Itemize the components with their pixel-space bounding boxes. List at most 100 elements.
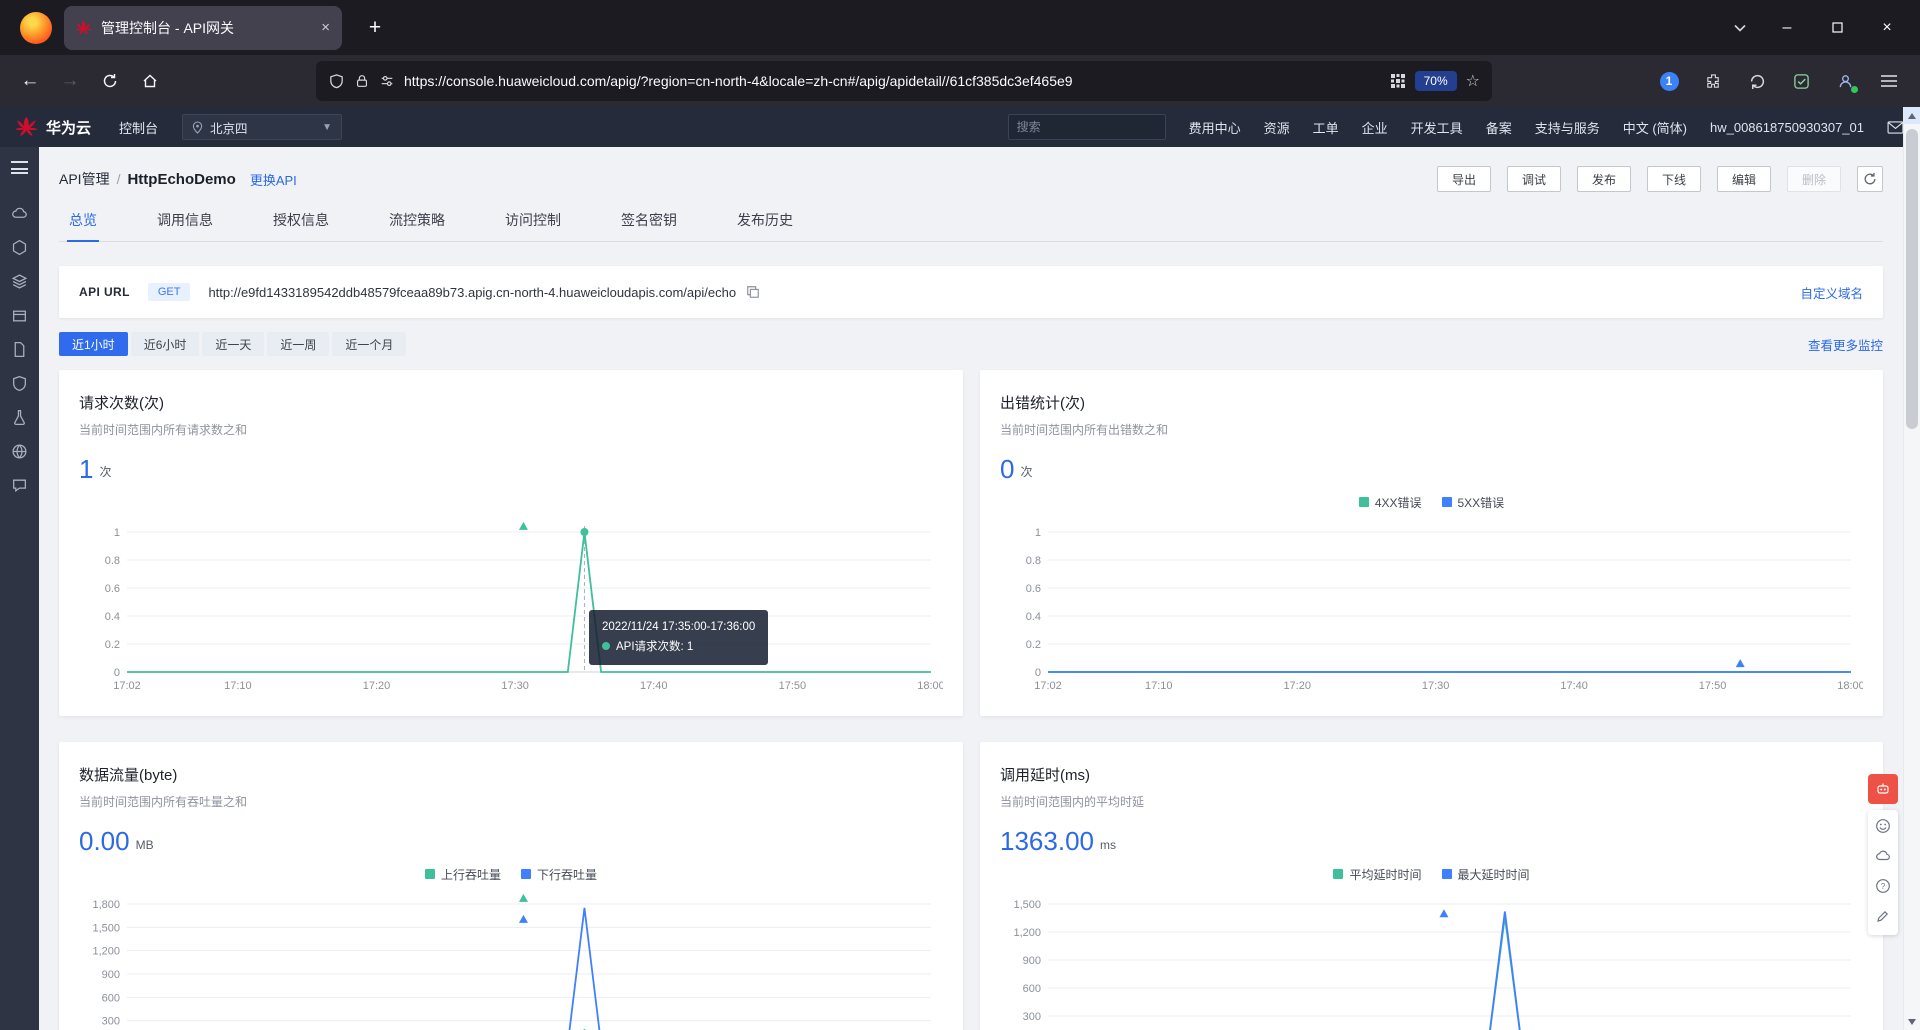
survey-edit-icon[interactable] xyxy=(1875,908,1891,927)
tab-6[interactable]: 发布历史 xyxy=(735,203,795,241)
action-button[interactable]: 导出 xyxy=(1437,166,1491,192)
zoom-level-badge[interactable]: 70% xyxy=(1414,71,1457,91)
legend-item[interactable]: 上行吞吐量 xyxy=(424,866,501,883)
time-range-button[interactable]: 近一天 xyxy=(202,332,265,356)
svg-text:0: 0 xyxy=(1035,667,1041,679)
switch-api-link[interactable]: 更换API xyxy=(250,170,297,189)
flask-icon[interactable] xyxy=(3,400,37,434)
topnav-item[interactable]: 支持与服务 xyxy=(1535,118,1600,137)
topnav-item[interactable]: 备案 xyxy=(1486,118,1512,137)
qr-scan-icon[interactable] xyxy=(1390,73,1406,89)
topnav-item[interactable]: 费用中心 xyxy=(1189,118,1241,137)
rail-menu-icon[interactable] xyxy=(11,161,28,174)
tab-2[interactable]: 授权信息 xyxy=(271,203,331,241)
reload-button[interactable] xyxy=(90,63,130,99)
copy-icon[interactable] xyxy=(746,285,760,299)
custom-domain-link[interactable]: 自定义域名 xyxy=(1800,283,1863,302)
topnav-item[interactable]: 工单 xyxy=(1313,118,1339,137)
browser-tab[interactable]: 管理控制台 - API网关 × xyxy=(64,5,342,50)
legend-item[interactable]: 5XX错误 xyxy=(1441,494,1504,511)
console-link[interactable]: 控制台 xyxy=(119,118,158,137)
layers-icon[interactable] xyxy=(3,264,37,298)
topnav-search[interactable] xyxy=(1007,114,1172,140)
cloud-icon[interactable] xyxy=(3,196,37,230)
requests-chart[interactable]: 0 0.2 0.4 0.6 0.8 1 17:02 17:10 17:20 17:30 17:40 1… xyxy=(79,512,945,702)
chat-icon[interactable] xyxy=(3,468,37,502)
topnav-item[interactable]: hw_008618750930307_01 xyxy=(1710,120,1864,135)
time-range-button[interactable]: 近6小时 xyxy=(130,332,200,356)
region-selector[interactable]: 北京四 ▼ xyxy=(182,114,343,140)
traffic-chart[interactable]: 03006009001,2001,5001,80017:0217:1017:20… xyxy=(79,884,943,1030)
tab-4[interactable]: 访问控制 xyxy=(503,203,563,241)
refresh-button[interactable] xyxy=(1857,166,1883,192)
extension-badge-icon[interactable]: 1 xyxy=(1654,66,1684,96)
box-icon[interactable] xyxy=(3,298,37,332)
svg-text:600: 600 xyxy=(102,992,120,1004)
time-range-button[interactable]: 近1小时 xyxy=(59,332,128,356)
list-tabs-chevron-icon[interactable] xyxy=(1718,20,1762,35)
time-range-button[interactable]: 近一周 xyxy=(267,332,330,356)
breadcrumb-root[interactable]: API管理 xyxy=(59,169,110,189)
time-range-button[interactable]: 近一个月 xyxy=(332,332,407,356)
file-icon[interactable] xyxy=(3,332,37,366)
home-button[interactable] xyxy=(130,63,170,99)
svg-text:1: 1 xyxy=(1035,527,1041,539)
tab-0[interactable]: 总览 xyxy=(67,203,99,242)
adblock-check-icon[interactable] xyxy=(1786,66,1816,96)
topnav-item[interactable]: 企业 xyxy=(1362,118,1388,137)
more-monitor-link[interactable]: 查看更多监控 xyxy=(1808,335,1883,354)
globe-icon[interactable] xyxy=(3,434,37,468)
session-restore-icon[interactable] xyxy=(1742,66,1772,96)
action-button[interactable]: 发布 xyxy=(1577,166,1631,192)
menu-hamburger-icon[interactable] xyxy=(1874,66,1904,96)
topnav-item[interactable]: 开发工具 xyxy=(1411,118,1463,137)
forward-button[interactable]: → xyxy=(50,63,90,99)
url-bar[interactable]: https://console.huaweicloud.com/apig/?re… xyxy=(316,61,1492,101)
svg-text:0: 0 xyxy=(114,667,120,679)
account-icon[interactable] xyxy=(1830,66,1860,96)
tracking-shield-icon[interactable] xyxy=(328,73,345,90)
minimize-button[interactable]: – xyxy=(1762,0,1812,55)
tab-close-icon[interactable]: × xyxy=(321,19,330,36)
mail-icon[interactable] xyxy=(1887,120,1904,134)
firefox-logo-icon[interactable] xyxy=(20,11,52,44)
feedback-smiley-icon[interactable] xyxy=(1875,818,1891,837)
topnav-item[interactable]: 资源 xyxy=(1264,118,1290,137)
tab-1[interactable]: 调用信息 xyxy=(155,203,215,241)
maximize-button[interactable] xyxy=(1812,0,1862,55)
page-scrollbar[interactable] xyxy=(1903,107,1920,1030)
scroll-down-arrow[interactable] xyxy=(1904,1013,1920,1030)
legend-item[interactable]: 4XX错误 xyxy=(1358,494,1422,511)
url-text[interactable]: https://console.huaweicloud.com/apig/?re… xyxy=(404,73,1381,89)
chart-card-errors: 出错统计(次) 当前时间范围内所有出错数之和 0次 4XX错误 5XX错误 0 0.… xyxy=(980,370,1883,716)
help-icon[interactable]: ? xyxy=(1875,878,1891,897)
action-button[interactable]: 调试 xyxy=(1507,166,1561,192)
scrollbar-thumb[interactable] xyxy=(1906,129,1918,429)
action-button[interactable]: 删除 xyxy=(1787,166,1841,192)
tab-5[interactable]: 签名密钥 xyxy=(619,203,679,241)
errors-chart[interactable]: 0 0.2 0.4 0.6 0.8 1 17:02 17:10 17:20 17:30 17:40 1… xyxy=(1000,512,1865,702)
legend-item[interactable]: 下行吞吐量 xyxy=(521,866,597,883)
robot-icon xyxy=(1877,783,1889,794)
action-button[interactable]: 编辑 xyxy=(1717,166,1771,192)
new-tab-button[interactable]: + xyxy=(358,11,392,45)
lock-icon[interactable] xyxy=(354,73,370,89)
action-button[interactable]: 下线 xyxy=(1647,166,1701,192)
latency-chart[interactable]: 03006009001,2001,50017:0217:1017:2017:30… xyxy=(1000,884,1863,1030)
topnav-item[interactable]: 中文 (简体) xyxy=(1623,118,1687,137)
tab-3[interactable]: 流控策略 xyxy=(387,203,447,241)
topnav-search-input[interactable] xyxy=(1016,120,1172,134)
customer-service-button[interactable] xyxy=(1868,774,1898,804)
legend-item[interactable]: 平均延时时间 xyxy=(1333,866,1422,883)
cloud-tools-icon[interactable] xyxy=(1875,848,1891,867)
extensions-puzzle-icon[interactable] xyxy=(1698,66,1728,96)
scroll-up-arrow[interactable] xyxy=(1904,107,1920,124)
permissions-icon[interactable] xyxy=(379,73,395,89)
bookmark-star-icon[interactable]: ☆ xyxy=(1466,71,1480,91)
close-window-button[interactable]: × xyxy=(1862,0,1912,55)
huawei-cloud-logo[interactable]: 华为云 xyxy=(16,116,91,138)
legend-item[interactable]: 最大延时时间 xyxy=(1441,866,1530,883)
hexagon-icon[interactable] xyxy=(3,230,37,264)
back-button[interactable]: ← xyxy=(10,63,50,99)
shield-icon[interactable] xyxy=(3,366,37,400)
